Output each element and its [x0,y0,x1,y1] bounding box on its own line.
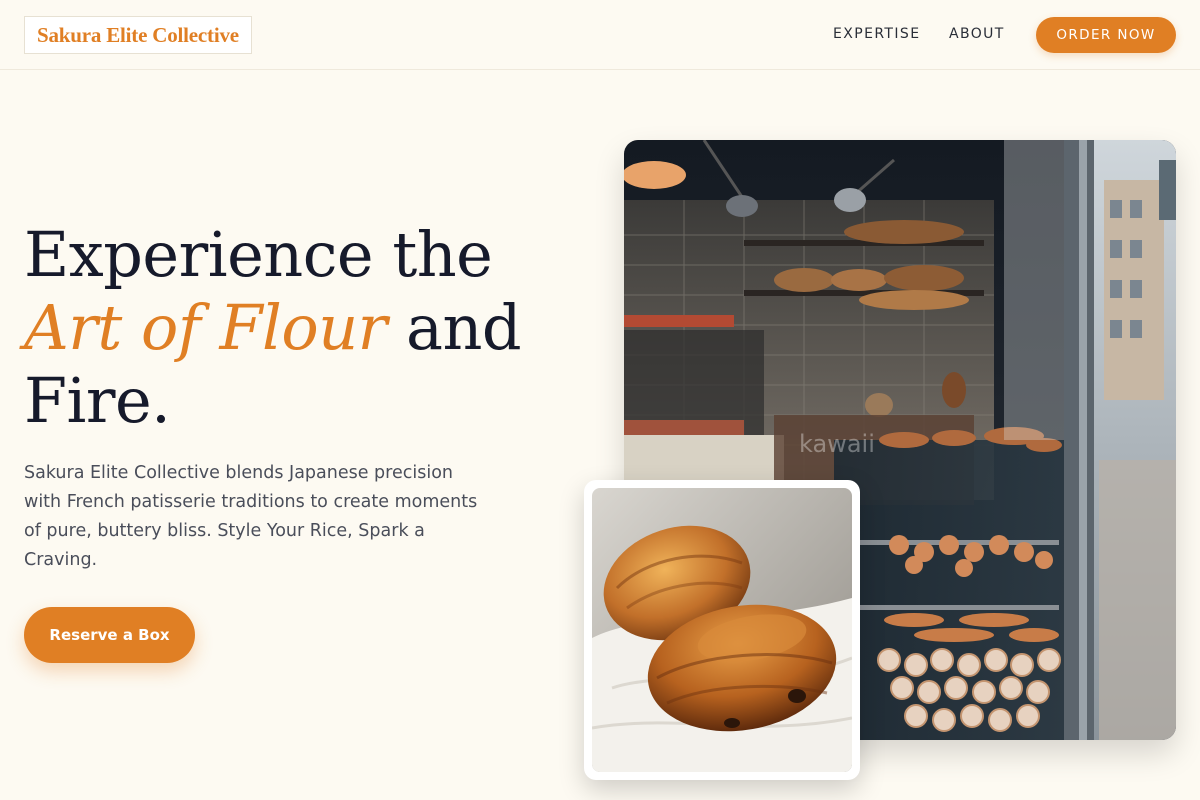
brand-logo[interactable]: Sakura Elite Collective [24,16,252,54]
order-now-button[interactable]: ORDER NOW [1036,17,1176,53]
headline-line-3: Fire. [24,364,171,437]
nav-link-about[interactable]: ABOUT [949,26,1005,42]
hero-description: Sakura Elite Collective blends Japanese … [24,463,478,570]
pastry-image-card [584,480,860,780]
headline-line-2-end: and [386,291,522,364]
reserve-box-button[interactable]: Reserve a Box [24,607,195,663]
hero-headline: Experience the Art of Flour and Fire. [24,218,522,437]
headline-line-1: Experience the [24,218,493,291]
site-header: Sakura Elite Collective EXPERTISE ABOUT … [0,0,1200,70]
croissant-image [592,488,852,772]
watermark-text: kawaii [799,430,875,458]
headline-accent: Art of Flour [24,291,387,364]
nav-link-expertise[interactable]: EXPERTISE [833,26,920,42]
